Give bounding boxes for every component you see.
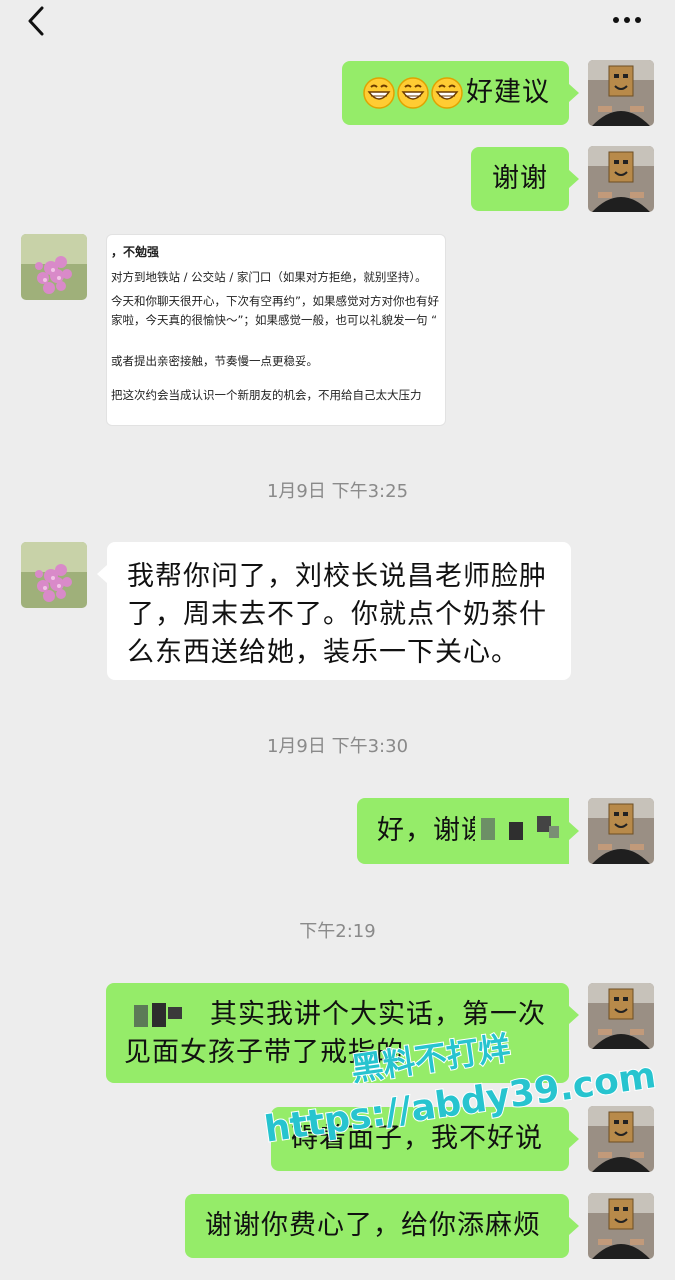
grinning-face-icon bbox=[362, 76, 396, 121]
message-text: 谢谢 bbox=[492, 163, 548, 194]
bubble-tail bbox=[97, 565, 107, 583]
timestamp: 1月9日 下午3:30 bbox=[266, 736, 409, 757]
message-bubble-sent[interactable]: 好建议 bbox=[342, 61, 569, 125]
avatar[interactable] bbox=[588, 798, 654, 864]
screenshot-text-line: 把这次约会当成认识一个新朋友的机会，不用给自己太大压力 bbox=[111, 388, 422, 402]
bubble-tail bbox=[569, 1130, 579, 1148]
avatar[interactable] bbox=[588, 1193, 654, 1259]
avatar[interactable] bbox=[21, 542, 87, 608]
screenshot-text-line: 家啦，今天真的很愉快～”；如果感觉一般，也可以礼貌发一句 “ bbox=[111, 313, 438, 327]
more-dots-icon[interactable] bbox=[610, 8, 644, 32]
screenshot-text-line: ，不勉强 bbox=[111, 245, 160, 259]
message-bubble-sent[interactable]: 谢谢 bbox=[471, 147, 569, 211]
redaction-mosaic bbox=[134, 1003, 190, 1029]
bubble-tail bbox=[569, 822, 579, 840]
message-text-line: 了，周末去不了。你就点个奶茶什 bbox=[127, 599, 547, 630]
avatar[interactable] bbox=[588, 60, 654, 126]
avatar[interactable] bbox=[588, 1106, 654, 1172]
bubble-tail bbox=[569, 1217, 579, 1235]
screenshot-text-line: 或者提出亲密接触，节奏慢一点更稳妥。 bbox=[111, 354, 318, 368]
message-text-line: 我帮你问了，刘校长说昌老师脸肿 bbox=[127, 561, 547, 592]
message-text-line: 么东西送给她，装乐一下关心。 bbox=[127, 637, 519, 668]
timestamp: 下午2:19 bbox=[299, 921, 376, 942]
bubble-tail bbox=[569, 170, 579, 188]
chat-header bbox=[0, 0, 675, 44]
message-text: 谢谢你费心了，给你添麻烦 bbox=[205, 1210, 541, 1241]
screenshot-text-line: 对方到地铁站 / 公交站 / 家门口（如果对方拒绝，就别坚持）。 bbox=[111, 270, 427, 284]
avatar[interactable] bbox=[21, 234, 87, 300]
timestamp: 1月9日 下午3:25 bbox=[266, 481, 409, 502]
message-bubble-sent[interactable]: 谢谢你费心了，给你添麻烦 bbox=[185, 1194, 569, 1258]
screenshot-image-message[interactable]: ，不勉强 对方到地铁站 / 公交站 / 家门口（如果对方拒绝，就别坚持）。 今天… bbox=[106, 234, 446, 426]
chevron-left-icon[interactable] bbox=[22, 4, 52, 38]
message-bubble-received[interactable]: 我帮你问了，刘校长说昌老师脸肿 了，周末去不了。你就点个奶茶什 么东西送给她，装… bbox=[107, 542, 571, 680]
redaction-mosaic bbox=[475, 798, 569, 864]
chat-title-redacted bbox=[298, 6, 346, 38]
bubble-tail bbox=[569, 84, 579, 102]
message-text: 好，谢谢 bbox=[377, 815, 489, 846]
avatar[interactable] bbox=[588, 983, 654, 1049]
message-bubble-sent[interactable]: 好，谢谢 bbox=[357, 798, 569, 864]
screenshot-text-line: 今天和你聊天很开心，下次有空再约”，如果感觉对方对你也有好 bbox=[111, 294, 439, 308]
bubble-tail bbox=[569, 1006, 579, 1024]
grinning-face-icon bbox=[430, 76, 464, 121]
avatar[interactable] bbox=[588, 146, 654, 212]
message-text: 好建议 bbox=[466, 77, 550, 108]
grinning-face-icon bbox=[396, 76, 430, 121]
